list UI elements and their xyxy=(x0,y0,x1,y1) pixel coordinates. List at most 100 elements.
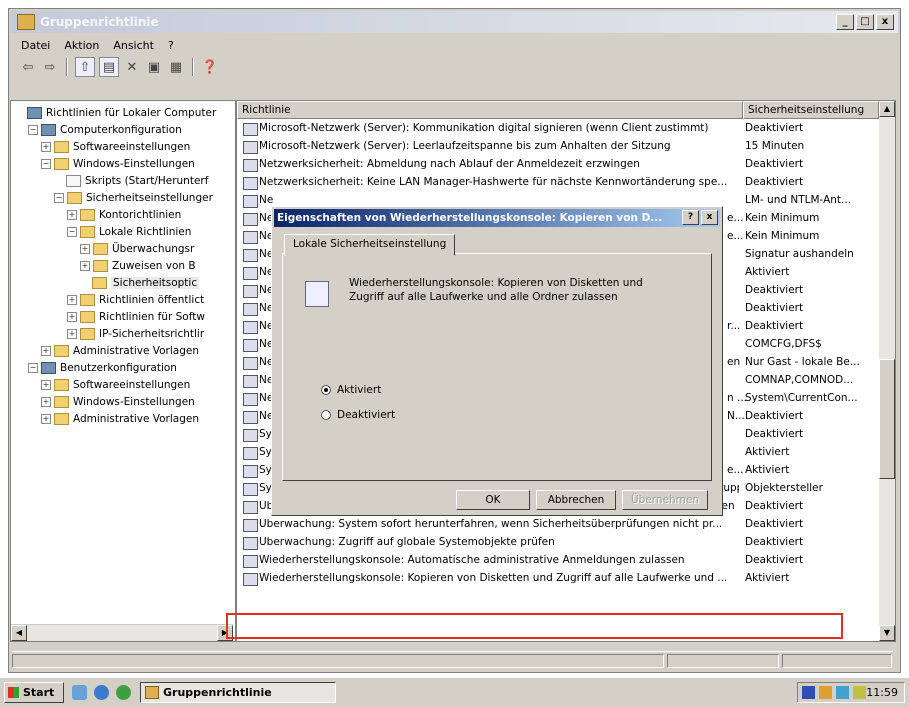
properties-icon[interactable]: ▣ xyxy=(145,58,163,76)
policy-name: Überwachung: System sofort herunterfahre… xyxy=(259,518,723,530)
policy-row-icon xyxy=(243,303,258,316)
tree-node[interactable]: − Windows-Einstellungen xyxy=(41,156,195,172)
back-icon[interactable]: ⇦ xyxy=(19,58,37,76)
policy-row[interactable]: Netzwerksicherheit: Abmeldung nach Ablau… xyxy=(237,157,877,173)
tree-node-label: Kontorichtlinien xyxy=(99,209,182,221)
ok-button[interactable]: OK xyxy=(456,490,530,510)
volume-tray-icon[interactable] xyxy=(853,686,866,699)
tree-node[interactable]: + Windows-Einstellungen xyxy=(41,394,195,410)
expand-icon[interactable]: + xyxy=(80,244,90,254)
close-button[interactable]: x xyxy=(876,14,894,30)
media-player-icon[interactable] xyxy=(116,685,131,700)
tree-node[interactable]: + IP-Sicherheitsrichtlir xyxy=(67,326,204,342)
policy-row-icon xyxy=(243,393,258,406)
policy-row-icon xyxy=(243,141,258,154)
policy-row[interactable]: Microsoft-Netzwerk (Server): Leerlaufzei… xyxy=(237,139,877,155)
internet-explorer-icon[interactable] xyxy=(94,685,109,700)
menu-help[interactable]: ? xyxy=(168,39,174,52)
delete-icon[interactable]: ✕ xyxy=(123,58,141,76)
tree-horizontal-scrollbar[interactable]: ◀ ▶ xyxy=(11,624,233,641)
scroll-up-arrow-icon[interactable]: ▲ xyxy=(879,101,895,117)
help-icon[interactable]: ❓ xyxy=(201,58,219,76)
scroll-down-arrow-icon[interactable]: ▼ xyxy=(879,625,895,641)
tree-node[interactable]: + Administrative Vorlagen xyxy=(41,411,199,427)
expand-icon[interactable]: + xyxy=(80,261,90,271)
expand-icon[interactable]: + xyxy=(67,295,77,305)
tree-node[interactable]: + Richtlinien öffentlict xyxy=(67,292,204,308)
radio-disabled-dot[interactable] xyxy=(321,410,331,420)
taskbar-group-policy[interactable]: Gruppenrichtlinie xyxy=(140,682,336,703)
start-button[interactable]: Start xyxy=(4,682,64,703)
policy-row[interactable]: Wiederherstellungskonsole: Automatische … xyxy=(237,553,877,569)
security-tray-icon[interactable] xyxy=(819,686,832,699)
expand-icon[interactable]: + xyxy=(41,142,51,152)
tree-node[interactable]: + Überwachungsr xyxy=(80,241,194,257)
export-list-icon[interactable]: ▦ xyxy=(167,58,185,76)
apply-button[interactable]: Übernehmen xyxy=(622,490,708,510)
title-bar[interactable]: Gruppenrichtlinie _ □ x xyxy=(11,11,898,33)
expand-icon[interactable]: + xyxy=(41,414,51,424)
expand-icon[interactable]: + xyxy=(41,397,51,407)
policy-row[interactable]: Microsoft-Netzwerk (Server): Kommunikati… xyxy=(237,121,877,137)
dialog-title[interactable]: Eigenschaften von Wiederherstellungskons… xyxy=(274,209,720,227)
collapse-icon[interactable]: − xyxy=(28,125,38,135)
folder-icon xyxy=(54,345,69,357)
policy-setting: Deaktiviert xyxy=(745,284,804,296)
tree-pane[interactable]: Richtlinien für Lokaler Computer − Compute… xyxy=(10,100,236,642)
tree-node[interactable]: Skripts (Start/Herunterf xyxy=(54,173,208,189)
policy-name-fragment: e... xyxy=(727,212,744,224)
show-hide-tree-icon[interactable]: ▤ xyxy=(99,57,119,77)
tree-node[interactable]: − Lokale Richtlinien xyxy=(67,224,191,240)
up-folder-icon[interactable]: ⇧ xyxy=(75,57,95,77)
policy-name: Ne xyxy=(259,194,274,206)
scroll-thumb[interactable] xyxy=(879,359,895,479)
collapse-icon[interactable]: − xyxy=(54,193,64,203)
collapse-icon[interactable]: − xyxy=(67,227,77,237)
expand-icon[interactable]: + xyxy=(67,210,77,220)
radio-enabled[interactable]: Aktiviert xyxy=(321,384,381,396)
tree-node[interactable]: + Softwareeinstellungen xyxy=(41,377,190,393)
expand-icon[interactable]: + xyxy=(41,380,51,390)
scroll-left-arrow-icon[interactable]: ◀ xyxy=(11,625,27,641)
column-header-policy[interactable]: Richtlinie xyxy=(237,101,743,119)
collapse-icon[interactable]: − xyxy=(28,363,38,373)
show-desktop-icon[interactable] xyxy=(72,685,87,700)
tab-local-security-setting[interactable]: Lokale Sicherheitseinstellung xyxy=(284,234,456,256)
tree-node[interactable]: − Sicherheitseinstellunger xyxy=(54,190,213,206)
tree-node[interactable]: − Benutzerkonfiguration xyxy=(28,360,177,376)
policy-row[interactable]: Überwachung: Zugriff auf globale Systemo… xyxy=(237,535,877,551)
dialog-help-button[interactable]: ? xyxy=(682,210,699,225)
tree-node[interactable]: Sicherheitsoptic xyxy=(80,275,200,291)
radio-disabled[interactable]: Deaktiviert xyxy=(321,409,395,421)
folder-icon xyxy=(80,294,95,306)
radio-enabled-dot[interactable] xyxy=(321,385,331,395)
column-header-setting[interactable]: Sicherheitseinstellung xyxy=(743,101,879,119)
network-tray-icon[interactable] xyxy=(802,686,815,699)
tree-node[interactable]: + Zuweisen von B xyxy=(80,258,196,274)
menu-aktion[interactable]: Aktion xyxy=(64,39,99,52)
minimize-button[interactable]: _ xyxy=(836,14,854,30)
maximize-button[interactable]: □ xyxy=(856,14,874,30)
expand-icon[interactable]: + xyxy=(67,329,77,339)
tree-node[interactable]: + Softwareeinstellungen xyxy=(41,139,190,155)
forward-icon[interactable]: ⇨ xyxy=(41,58,59,76)
tree-node[interactable]: + Kontorichtlinien xyxy=(67,207,181,223)
tree-node[interactable]: Richtlinien für Lokaler Computer xyxy=(15,105,216,121)
policy-setting: Aktiviert xyxy=(745,266,790,278)
tree-node[interactable]: − Computerkonfiguration xyxy=(28,122,182,138)
tree-node[interactable]: + Richtlinien für Softw xyxy=(67,309,205,325)
policy-row[interactable]: Netzwerksicherheit: Keine LAN Manager-Ha… xyxy=(237,175,877,191)
expand-icon[interactable]: + xyxy=(67,312,77,322)
policy-row[interactable]: Wiederherstellungskonsole: Kopieren von … xyxy=(237,571,877,587)
cancel-button[interactable]: Abbrechen xyxy=(536,490,616,510)
menu-ansicht[interactable]: Ansicht xyxy=(113,39,154,52)
collapse-icon[interactable]: − xyxy=(41,159,51,169)
messenger-tray-icon[interactable] xyxy=(836,686,849,699)
list-vertical-scrollbar[interactable]: ▲ ▼ xyxy=(879,101,895,641)
radio-disabled-label: Deaktiviert xyxy=(337,409,396,421)
policy-row[interactable]: Überwachung: System sofort herunterfahre… xyxy=(237,517,877,533)
expand-icon[interactable]: + xyxy=(41,346,51,356)
tree-node[interactable]: + Administrative Vorlagen xyxy=(41,343,199,359)
menu-datei[interactable]: Datei xyxy=(21,39,50,52)
dialog-close-button[interactable]: x xyxy=(701,210,718,225)
